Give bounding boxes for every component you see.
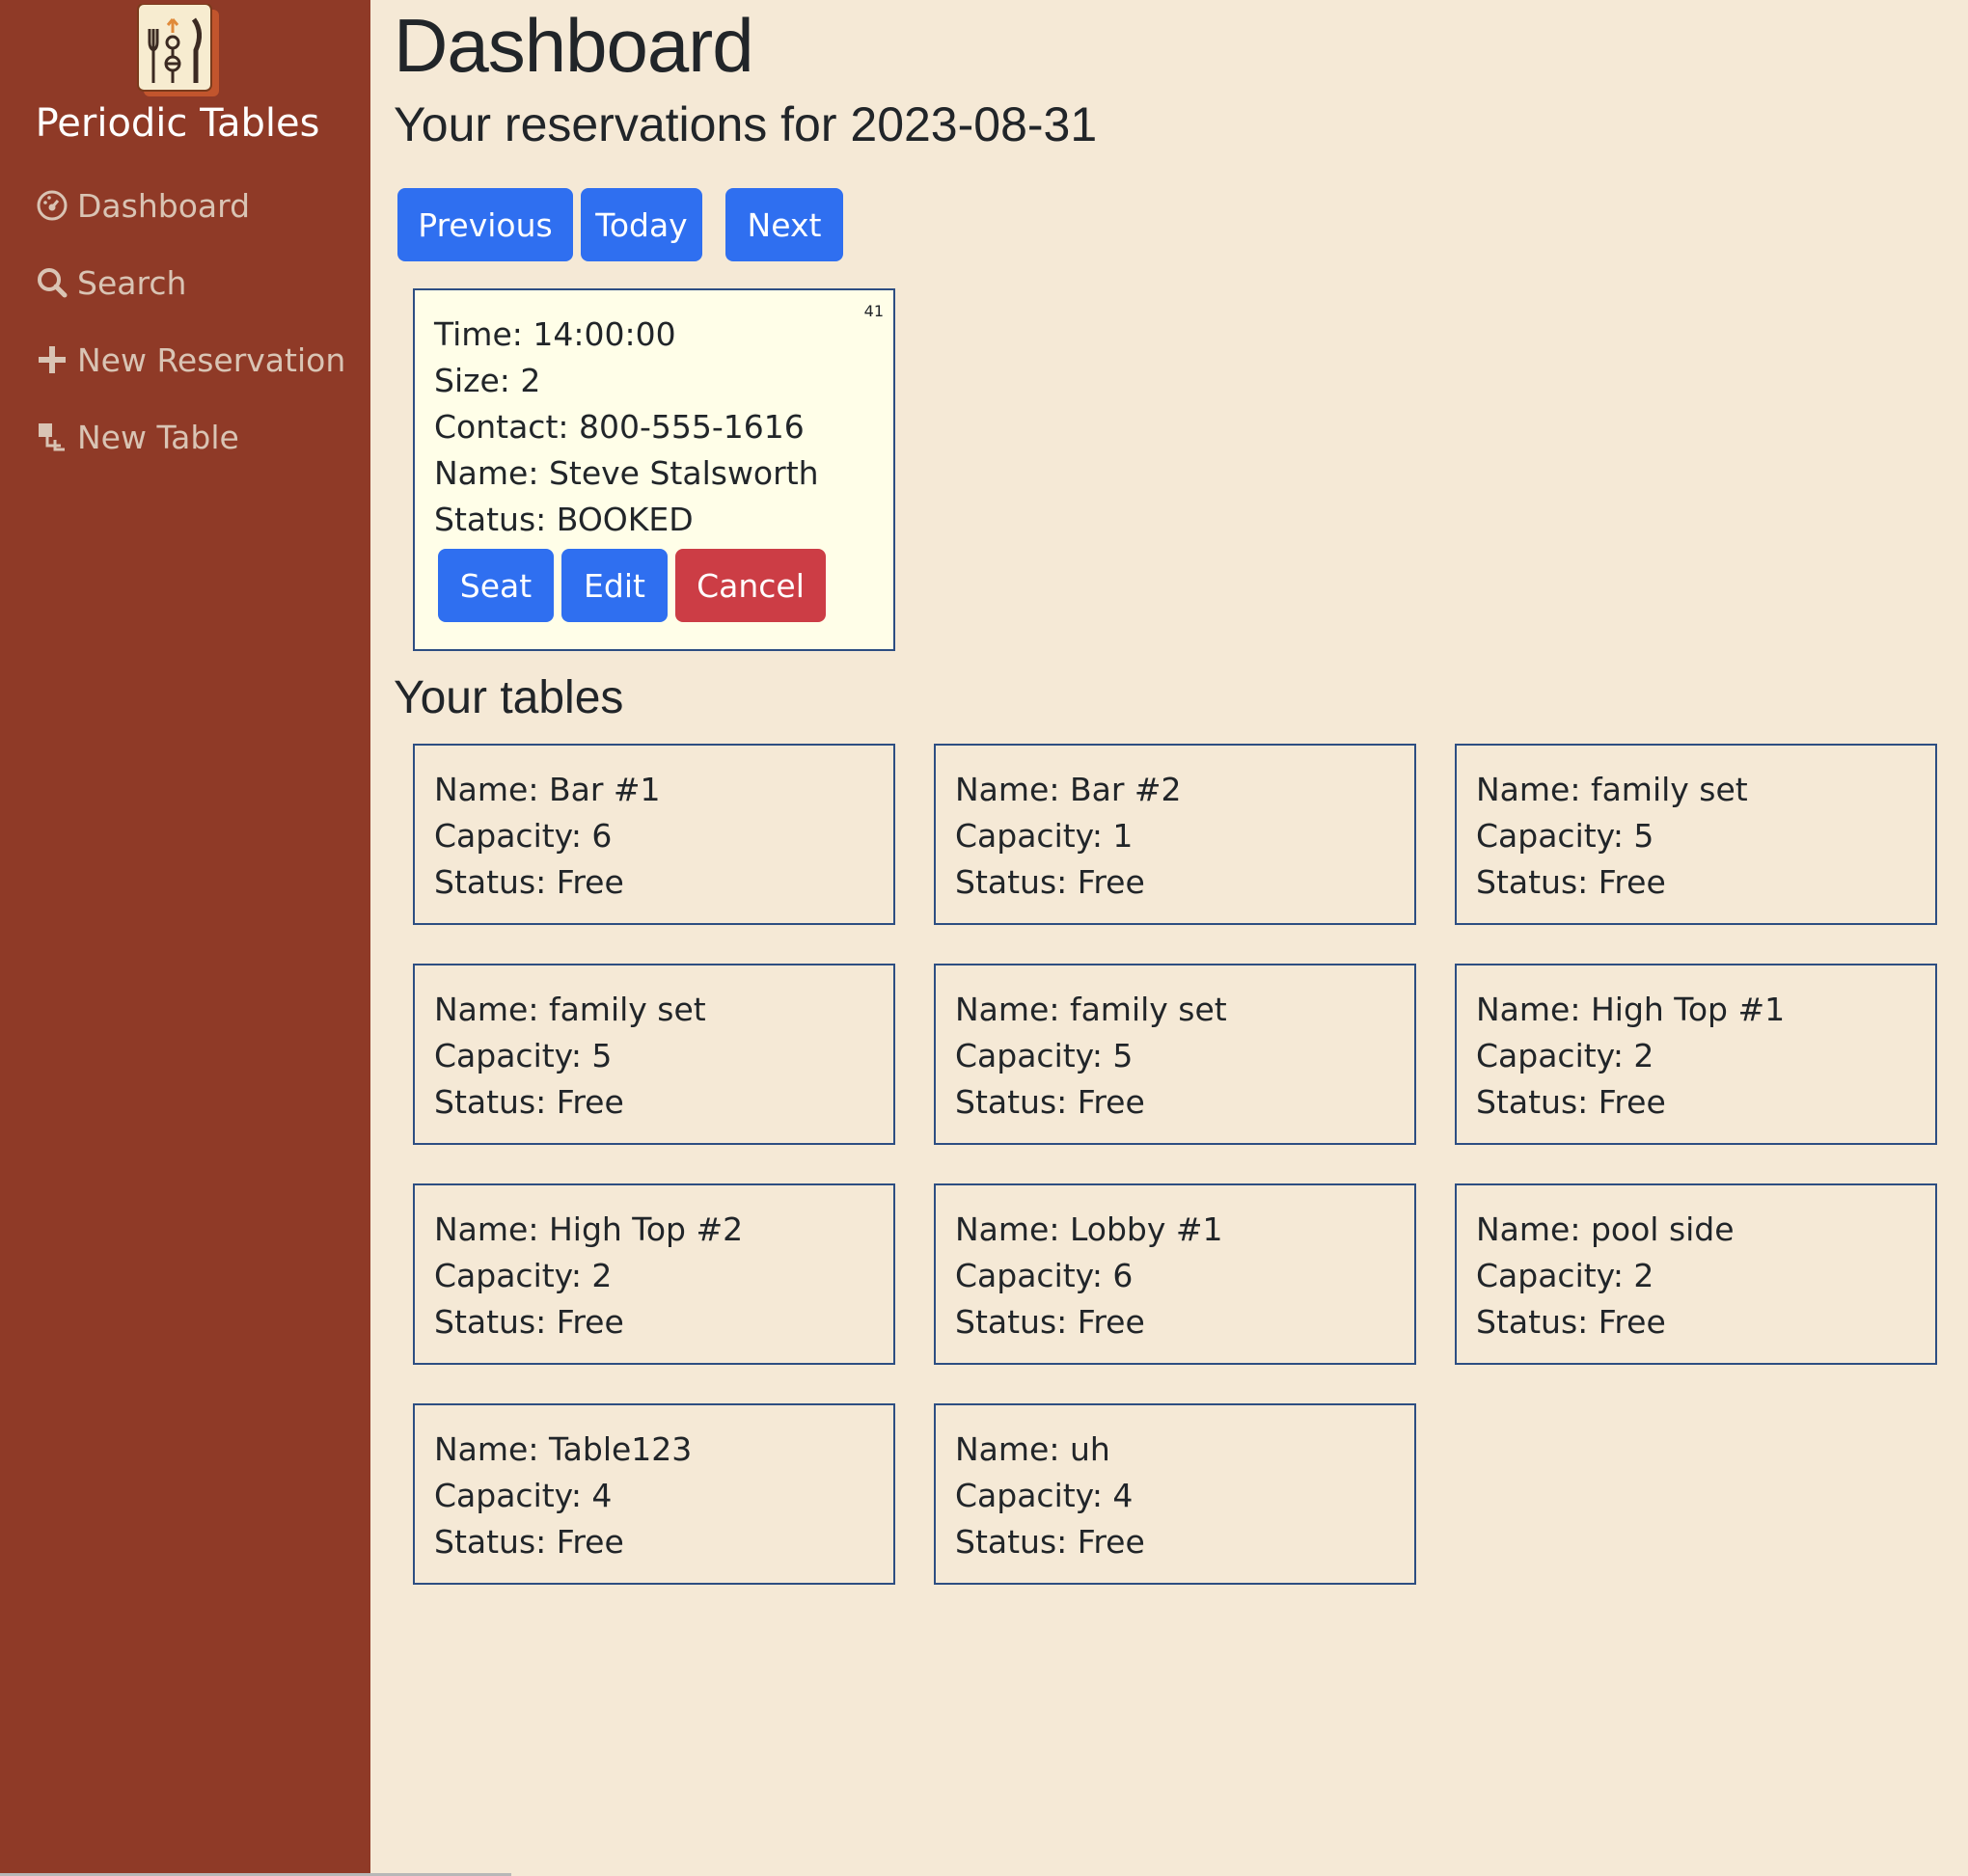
sidebar-item-new-table[interactable]: New Table bbox=[35, 413, 239, 461]
sidebar-item-label: New Table bbox=[77, 418, 239, 456]
table-status: Status: Free bbox=[434, 863, 624, 901]
reservation-card: 41 Time: 14:00:00 Size: 2 Contact: 800-5… bbox=[413, 288, 895, 651]
table-status: Status: Free bbox=[434, 1303, 624, 1341]
table-name: Name: Lobby #1 bbox=[955, 1210, 1223, 1248]
table-capacity: Capacity: 2 bbox=[1476, 1037, 1654, 1074]
table-name: Name: pool side bbox=[1476, 1210, 1735, 1248]
reservation-name: Name: Steve Stalsworth bbox=[434, 454, 819, 492]
table-capacity: Capacity: 4 bbox=[434, 1477, 613, 1514]
table-status: Status: Free bbox=[955, 1523, 1145, 1561]
sidebar-item-label: Search bbox=[77, 263, 187, 302]
table-card: Name: High Top #1 Capacity: 2 Status: Fr… bbox=[1455, 964, 1937, 1145]
table-card: Name: family set Capacity: 5 Status: Fre… bbox=[1455, 744, 1937, 925]
table-card: Name: Bar #1 Capacity: 6 Status: Free bbox=[413, 744, 895, 925]
reservation-time: Time: 14:00:00 bbox=[434, 315, 676, 353]
table-capacity: Capacity: 2 bbox=[1476, 1257, 1654, 1294]
sidebar-item-new-reservation[interactable]: New Reservation bbox=[35, 336, 345, 384]
reservation-status: Status: BOOKED bbox=[434, 501, 694, 538]
table-status: Status: Free bbox=[955, 1083, 1145, 1121]
layers-icon bbox=[35, 420, 69, 454]
table-capacity: Capacity: 2 bbox=[434, 1257, 613, 1294]
table-name: Name: Bar #1 bbox=[434, 771, 661, 808]
reservation-id: 41 bbox=[863, 302, 884, 320]
previous-button[interactable]: Previous bbox=[397, 188, 573, 261]
table-capacity: Capacity: 1 bbox=[955, 817, 1134, 855]
next-button[interactable]: Next bbox=[725, 188, 843, 261]
seat-button[interactable]: Seat bbox=[438, 549, 554, 622]
table-name: Name: High Top #1 bbox=[1476, 991, 1786, 1028]
plus-icon bbox=[35, 342, 69, 377]
table-status: Status: Free bbox=[1476, 1083, 1666, 1121]
table-status: Status: Free bbox=[434, 1083, 624, 1121]
table-capacity: Capacity: 6 bbox=[434, 817, 613, 855]
dashboard-icon bbox=[35, 188, 69, 223]
edit-button[interactable]: Edit bbox=[561, 549, 668, 622]
utensils-logo-icon[interactable] bbox=[136, 3, 219, 96]
table-card: Name: Bar #2 Capacity: 1 Status: Free bbox=[934, 744, 1416, 925]
table-card: Name: uh Capacity: 4 Status: Free bbox=[934, 1403, 1416, 1585]
reservations-date-heading: Your reservations for 2023-08-31 bbox=[394, 97, 1098, 151]
main-content: Dashboard Your reservations for 2023-08-… bbox=[370, 0, 1968, 1876]
table-card: Name: Table123 Capacity: 4 Status: Free bbox=[413, 1403, 895, 1585]
sidebar-item-label: Dashboard bbox=[77, 186, 251, 225]
table-status: Status: Free bbox=[955, 863, 1145, 901]
sidebar-item-search[interactable]: Search bbox=[35, 258, 186, 307]
table-card: Name: pool side Capacity: 2 Status: Free bbox=[1455, 1183, 1937, 1365]
table-card: Name: family set Capacity: 5 Status: Fre… bbox=[413, 964, 895, 1145]
reservation-size: Size: 2 bbox=[434, 362, 541, 399]
table-name: Name: High Top #2 bbox=[434, 1210, 744, 1248]
table-status: Status: Free bbox=[1476, 1303, 1666, 1341]
today-button[interactable]: Today bbox=[581, 188, 702, 261]
reservation-contact: Contact: 800-555-1616 bbox=[434, 408, 805, 446]
table-card: Name: family set Capacity: 5 Status: Fre… bbox=[934, 964, 1416, 1145]
table-capacity: Capacity: 5 bbox=[1476, 817, 1654, 855]
table-capacity: Capacity: 5 bbox=[434, 1037, 613, 1074]
search-icon bbox=[35, 265, 69, 300]
table-card: Name: Lobby #1 Capacity: 6 Status: Free bbox=[934, 1183, 1416, 1365]
table-name: Name: Bar #2 bbox=[955, 771, 1182, 808]
tables-heading: Your tables bbox=[394, 672, 624, 723]
table-name: Name: Table123 bbox=[434, 1430, 693, 1468]
sidebar-item-dashboard[interactable]: Dashboard bbox=[35, 181, 250, 230]
table-capacity: Capacity: 6 bbox=[955, 1257, 1134, 1294]
table-name: Name: family set bbox=[955, 991, 1227, 1028]
sidebar: Periodic Tables Dashboard Search New Res… bbox=[0, 0, 370, 1876]
table-status: Status: Free bbox=[434, 1523, 624, 1561]
cancel-button[interactable]: Cancel bbox=[675, 549, 826, 622]
table-name: Name: uh bbox=[955, 1430, 1110, 1468]
table-status: Status: Free bbox=[955, 1303, 1145, 1341]
table-capacity: Capacity: 4 bbox=[955, 1477, 1134, 1514]
table-capacity: Capacity: 5 bbox=[955, 1037, 1134, 1074]
table-name: Name: family set bbox=[1476, 771, 1748, 808]
table-status: Status: Free bbox=[1476, 863, 1666, 901]
table-card: Name: High Top #2 Capacity: 2 Status: Fr… bbox=[413, 1183, 895, 1365]
table-name: Name: family set bbox=[434, 991, 706, 1028]
page-title: Dashboard bbox=[394, 3, 754, 88]
sidebar-item-label: New Reservation bbox=[77, 340, 346, 379]
brand-name[interactable]: Periodic Tables bbox=[0, 101, 355, 146]
